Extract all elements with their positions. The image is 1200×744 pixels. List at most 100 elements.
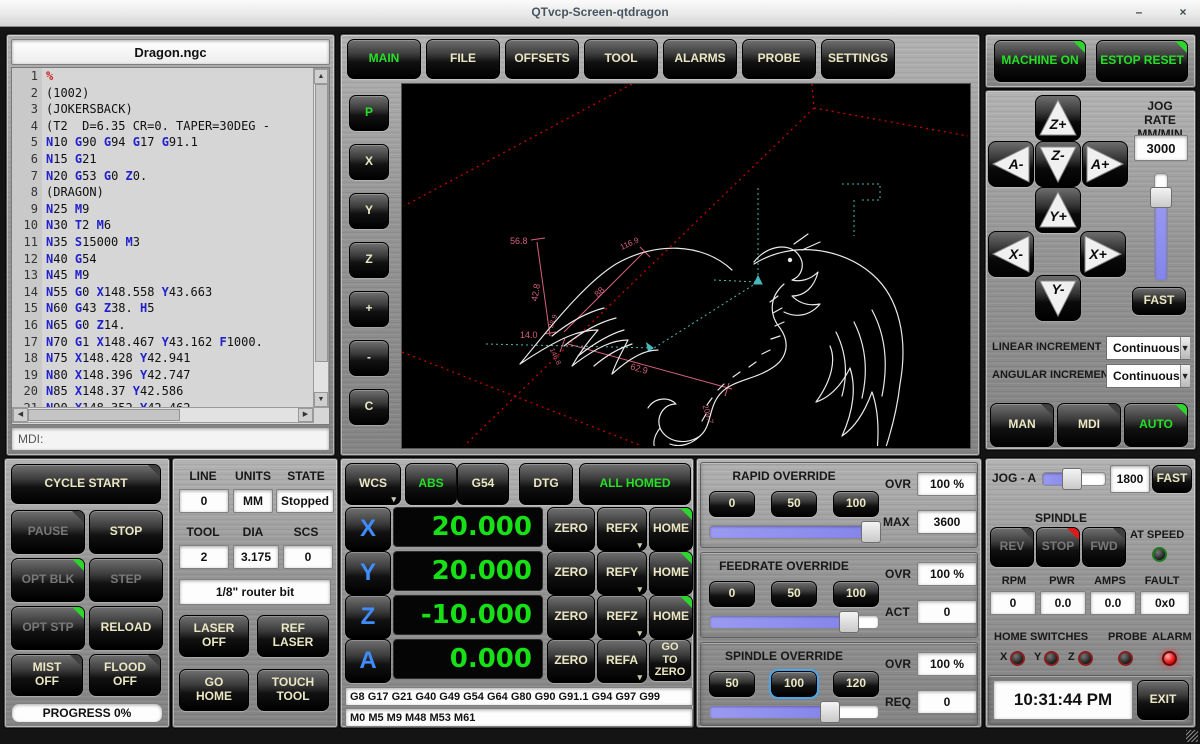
zero-z-button[interactable]: ZERO bbox=[547, 595, 595, 639]
view-x-button[interactable]: X bbox=[349, 144, 389, 180]
view-z-button[interactable]: Z bbox=[349, 242, 389, 278]
gcode-line[interactable]: 6N15 G21 bbox=[12, 151, 329, 168]
scroll-left-icon[interactable]: ◀ bbox=[13, 408, 28, 422]
resize-grip[interactable] bbox=[1186, 730, 1198, 742]
laser-button[interactable]: LASER OFF bbox=[179, 615, 249, 657]
spindle-100-button[interactable]: 100 bbox=[771, 671, 817, 697]
zoom-out-button[interactable]: - bbox=[349, 340, 389, 376]
gcode-line[interactable]: 8(DRAGON) bbox=[12, 184, 329, 201]
minimize-button[interactable]: – bbox=[1128, 4, 1150, 22]
rapid-100-button[interactable]: 100 bbox=[833, 491, 879, 517]
go-home-button[interactable]: GO HOME bbox=[179, 669, 249, 711]
all-homed-button[interactable]: ALL HOMED bbox=[579, 463, 691, 505]
gcode-line[interactable]: 7N20 G53 G0 Z0. bbox=[12, 168, 329, 185]
mode-auto-button[interactable]: AUTO bbox=[1124, 403, 1188, 447]
spindle-120-button[interactable]: 120 bbox=[833, 671, 879, 697]
step-button[interactable]: STEP bbox=[89, 558, 163, 602]
jog-a-minus-button[interactable]: A- bbox=[988, 141, 1034, 187]
gcode-line[interactable]: 12N40 G54 bbox=[12, 251, 329, 268]
gcode-line[interactable]: 18N75 X148.428 Y42.941 bbox=[12, 350, 329, 367]
tab-main[interactable]: MAIN bbox=[347, 39, 421, 79]
tab-settings[interactable]: SETTINGS bbox=[821, 39, 895, 79]
scroll-right-icon[interactable]: ▶ bbox=[298, 408, 313, 422]
mode-mdi-button[interactable]: MDI bbox=[1057, 403, 1121, 447]
spindle-fwd-button[interactable]: FWD bbox=[1082, 527, 1126, 567]
refy-button[interactable]: REFY bbox=[597, 551, 647, 595]
jog-x-plus-button[interactable]: X+ bbox=[1080, 231, 1126, 277]
jog-z-plus-button[interactable]: Z+ bbox=[1035, 95, 1081, 141]
zero-y-button[interactable]: ZERO bbox=[547, 551, 595, 595]
tab-tool[interactable]: TOOL bbox=[584, 39, 658, 79]
axis-x-button[interactable]: X bbox=[345, 507, 391, 551]
jog-y-plus-button[interactable]: Y+ bbox=[1035, 187, 1081, 233]
spindle-stop-button[interactable]: STOP bbox=[1036, 527, 1080, 567]
reload-button[interactable]: RELOAD bbox=[89, 606, 163, 650]
angular-increment-select[interactable]: Continuous▼ bbox=[1106, 364, 1190, 388]
refz-button[interactable]: REFZ bbox=[597, 595, 647, 639]
tab-alarms[interactable]: ALARMS bbox=[663, 39, 737, 79]
refx-button[interactable]: REFX bbox=[597, 507, 647, 551]
abs-button[interactable]: ABS bbox=[405, 463, 457, 505]
flood-button[interactable]: FLOOD OFF bbox=[89, 654, 161, 696]
zero-x-button[interactable]: ZERO bbox=[547, 507, 595, 551]
spindle-override-slider[interactable] bbox=[709, 705, 879, 719]
gcode-line[interactable]: 1% bbox=[12, 68, 329, 85]
scroll-up-icon[interactable]: ▲ bbox=[314, 69, 328, 84]
stop-button[interactable]: STOP bbox=[89, 510, 163, 554]
rapid-0-button[interactable]: 0 bbox=[709, 491, 755, 517]
axis-a-button[interactable]: A bbox=[345, 639, 391, 683]
jog-a-plus-button[interactable]: A+ bbox=[1082, 141, 1128, 187]
spindle-50-button[interactable]: 50 bbox=[709, 671, 755, 697]
estop-reset-button[interactable]: ESTOP RESET bbox=[1096, 40, 1188, 82]
gcode-line[interactable]: 3(JOKERSBACK) bbox=[12, 101, 329, 118]
exit-button[interactable]: EXIT bbox=[1137, 680, 1189, 720]
chevron-down-icon[interactable]: ▼ bbox=[1180, 365, 1190, 387]
feed-0-button[interactable]: 0 bbox=[709, 581, 755, 607]
wcs-button[interactable]: WCS bbox=[345, 463, 401, 505]
chevron-down-icon[interactable]: ▼ bbox=[1180, 337, 1190, 359]
gcode-viewer[interactable]: 1%2(1002)3(JOKERSBACK)4(T2 D=6.35 CR=0. … bbox=[11, 67, 330, 425]
spindle-rev-button[interactable]: REV bbox=[990, 527, 1034, 567]
tab-file[interactable]: FILE bbox=[426, 39, 500, 79]
gcode-line[interactable]: 4(T2 D=6.35 CR=0. TAPER=30DEG - bbox=[12, 118, 329, 135]
ref-laser-button[interactable]: REF LASER bbox=[257, 615, 329, 657]
gcode-line[interactable]: 13N45 M9 bbox=[12, 267, 329, 284]
hscroll-thumb[interactable] bbox=[28, 409, 180, 421]
mode-man-button[interactable]: MAN bbox=[990, 403, 1054, 447]
zero-a-button[interactable]: ZERO bbox=[547, 639, 595, 683]
dtg-button[interactable]: DTG bbox=[519, 463, 573, 505]
gcode-vscrollbar[interactable]: ▲ ▼ bbox=[313, 68, 329, 408]
mist-button[interactable]: MIST OFF bbox=[11, 654, 83, 696]
feedrate-override-slider[interactable] bbox=[709, 615, 879, 629]
scroll-down-icon[interactable]: ▼ bbox=[314, 392, 328, 407]
view-y-button[interactable]: Y bbox=[349, 193, 389, 229]
jog-y-minus-button[interactable]: Y- bbox=[1035, 275, 1081, 321]
home-z-button[interactable]: HOME bbox=[649, 595, 693, 639]
refa-button[interactable]: REFA bbox=[597, 639, 647, 683]
jog-rate-slider[interactable] bbox=[1154, 173, 1168, 281]
cycle-start-button[interactable]: CYCLE START bbox=[11, 464, 161, 504]
gcode-line[interactable]: 17N70 G1 X148.467 Y43.162 F1000. bbox=[12, 334, 329, 351]
home-y-button[interactable]: HOME bbox=[649, 551, 693, 595]
gcode-line[interactable]: 20N85 X148.37 Y42.586 bbox=[12, 383, 329, 400]
clear-view-button[interactable]: C bbox=[349, 389, 389, 425]
g54-button[interactable]: G54 bbox=[457, 463, 509, 505]
gcode-hscrollbar[interactable]: ◀ ▶ bbox=[12, 407, 314, 423]
axis-z-button[interactable]: Z bbox=[345, 595, 391, 639]
gcode-line[interactable]: 11N35 S15000 M3 bbox=[12, 234, 329, 251]
jog-x-minus-button[interactable]: X- bbox=[988, 231, 1034, 277]
gcode-line[interactable]: 15N60 G43 Z38. H5 bbox=[12, 300, 329, 317]
home-x-button[interactable]: HOME bbox=[649, 507, 693, 551]
axis-y-button[interactable]: Y bbox=[345, 551, 391, 595]
gcode-line[interactable]: 10N30 T2 M6 bbox=[12, 217, 329, 234]
opt-blk-button[interactable]: OPT BLK bbox=[11, 558, 85, 602]
gcode-line[interactable]: 2(1002) bbox=[12, 85, 329, 102]
jog-fast-button[interactable]: FAST bbox=[1132, 287, 1186, 315]
feed-100-button[interactable]: 100 bbox=[833, 581, 879, 607]
rapid-50-button[interactable]: 50 bbox=[771, 491, 817, 517]
zoom-in-button[interactable]: + bbox=[349, 291, 389, 327]
touch-tool-button[interactable]: TOUCH TOOL bbox=[257, 669, 329, 711]
go-to-zero-button[interactable]: GO TO ZERO bbox=[649, 639, 691, 681]
gcode-line[interactable]: 14N55 G0 X148.558 Y43.663 bbox=[12, 284, 329, 301]
gcode-line[interactable]: 9N25 M9 bbox=[12, 201, 329, 218]
